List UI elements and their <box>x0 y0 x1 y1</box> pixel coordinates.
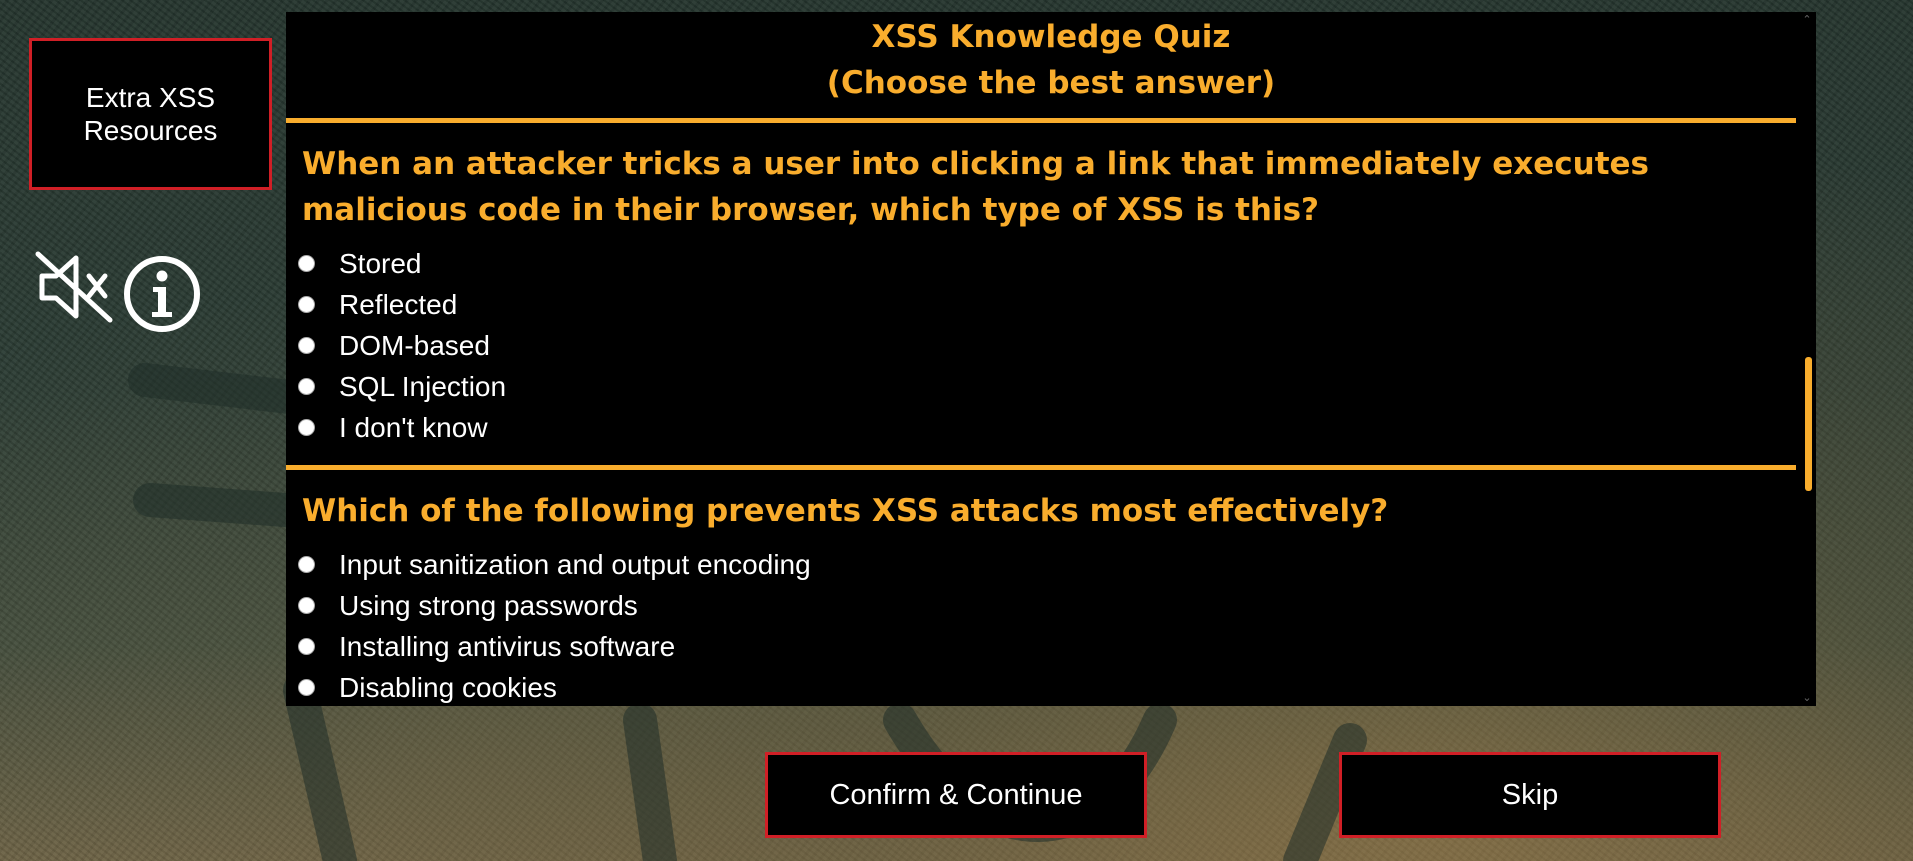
confirm-continue-label: Confirm & Continue <box>829 778 1083 811</box>
option-label[interactable]: I don't know <box>339 412 488 444</box>
question-text: When an attacker tricks a user into clic… <box>302 146 1649 228</box>
option-radio[interactable] <box>298 556 315 573</box>
extra-resources-label: Extra XSS Resources <box>83 82 218 146</box>
mute-button[interactable] <box>34 250 116 324</box>
divider <box>286 118 1796 123</box>
quiz-subtitle: (Choose the best answer) <box>826 65 1276 101</box>
extra-resources-button[interactable]: Extra XSS Resources <box>29 38 272 190</box>
info-circle-icon <box>124 256 200 332</box>
scrollbar-thumb[interactable] <box>1805 357 1812 491</box>
option-label[interactable]: Input sanitization and output encoding <box>339 549 811 581</box>
quiz-panel[interactable]: XSS Knowledge Quiz (Choose the best answ… <box>286 12 1816 706</box>
option-radio[interactable] <box>298 597 315 614</box>
option-label[interactable]: Reflected <box>339 289 457 321</box>
option-radio[interactable] <box>298 255 315 272</box>
scrollbar[interactable]: ⌃ ⌄ <box>1798 12 1816 706</box>
divider <box>286 465 1796 470</box>
skip-button[interactable]: Skip <box>1339 752 1721 838</box>
option-item[interactable]: I don't know <box>298 407 1786 448</box>
option-list: Stored Reflected DOM-based SQL Injection… <box>298 243 1786 448</box>
info-button[interactable] <box>122 254 202 334</box>
option-radio[interactable] <box>298 419 315 436</box>
confirm-continue-button[interactable]: Confirm & Continue <box>765 752 1147 838</box>
option-label[interactable]: SQL Injection <box>339 371 506 403</box>
quiz-title: XSS Knowledge Quiz <box>871 19 1231 55</box>
option-radio[interactable] <box>298 337 315 354</box>
scroll-down-arrow-icon[interactable]: ⌄ <box>1802 692 1812 704</box>
option-item[interactable]: Using strong passwords <box>298 585 1786 626</box>
option-radio[interactable] <box>298 638 315 655</box>
option-label[interactable]: Using strong passwords <box>339 590 638 622</box>
option-label[interactable]: Stored <box>339 248 422 280</box>
question-text: Which of the following prevents XSS atta… <box>302 493 1389 529</box>
option-item[interactable]: Installing antivirus software <box>298 626 1786 667</box>
question-block: When an attacker tricks a user into clic… <box>286 141 1816 448</box>
option-label[interactable]: DOM-based <box>339 330 490 362</box>
scroll-up-arrow-icon[interactable]: ⌃ <box>1802 14 1812 26</box>
option-list: Input sanitization and output encoding U… <box>298 544 1786 706</box>
option-item[interactable]: DOM-based <box>298 325 1786 366</box>
quiz-header: XSS Knowledge Quiz (Choose the best answ… <box>286 12 1816 106</box>
option-radio[interactable] <box>298 378 315 395</box>
option-item[interactable]: Disabling cookies <box>298 667 1786 706</box>
option-item[interactable]: Input sanitization and output encoding <box>298 544 1786 585</box>
option-item[interactable]: Reflected <box>298 284 1786 325</box>
option-radio[interactable] <box>298 296 315 313</box>
option-label[interactable]: Disabling cookies <box>339 672 557 704</box>
speaker-muted-icon <box>35 251 113 323</box>
skip-label: Skip <box>1501 778 1559 811</box>
option-label[interactable]: Installing antivirus software <box>339 631 675 663</box>
option-item[interactable]: Stored <box>298 243 1786 284</box>
option-item[interactable]: SQL Injection <box>298 366 1786 407</box>
option-radio[interactable] <box>298 679 315 696</box>
question-block: Which of the following prevents XSS atta… <box>286 488 1816 706</box>
